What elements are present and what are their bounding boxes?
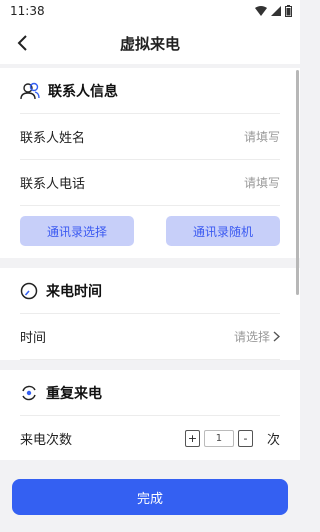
page-title: 虚拟来电 xyxy=(119,34,180,53)
back-button[interactable] xyxy=(10,30,36,56)
contact-section-title: 联系人信息 xyxy=(48,83,118,100)
contact-phone-label: 联系人电话 xyxy=(20,177,86,192)
time-section: 来电时间 时间 请选择 xyxy=(0,268,300,360)
clock-icon xyxy=(20,282,38,299)
signal-icon xyxy=(271,6,281,16)
done-button[interactable]: 完成 xyxy=(12,479,288,515)
time-select[interactable]: 请选择 xyxy=(234,328,280,345)
contacts-button-row: 通讯录选择 通讯录随机 xyxy=(20,206,280,258)
status-bar: 11:38 xyxy=(0,0,300,22)
contact-name-input[interactable]: 请填写 xyxy=(244,128,280,145)
time-select-value: 请选择 xyxy=(233,330,270,344)
wifi-icon xyxy=(255,6,267,16)
status-icons xyxy=(255,5,292,17)
call-count-row: 来电次数 + 1 - 次 xyxy=(20,416,280,462)
call-count-label: 来电次数 xyxy=(20,433,73,448)
time-row[interactable]: 时间 请选择 xyxy=(20,314,280,360)
call-count-stepper: + 1 - 次 xyxy=(184,429,280,448)
contacts-pick-button[interactable]: 通讯录选择 xyxy=(20,216,134,246)
call-count-unit: 次 xyxy=(266,433,280,448)
contact-name-row[interactable]: 联系人姓名 请填写 xyxy=(20,114,280,160)
contact-phone-row[interactable]: 联系人电话 请填写 xyxy=(20,160,280,206)
scrollbar[interactable] xyxy=(296,70,299,295)
contact-section: 联系人信息 联系人姓名 请填写 联系人电话 请填写 通讯录选择 通讯录随机 xyxy=(0,68,300,258)
chevron-left-icon xyxy=(17,35,27,51)
time-label: 时间 xyxy=(20,331,47,346)
chevron-right-icon xyxy=(273,331,280,342)
nav-bar: 虚拟来电 xyxy=(0,22,300,64)
call-count-input[interactable]: 1 xyxy=(203,430,234,447)
contacts-random-button[interactable]: 通讯录随机 xyxy=(166,216,280,246)
repeat-section-header: 重复来电 xyxy=(20,370,280,416)
time-section-header: 来电时间 xyxy=(20,268,280,314)
contact-section-header: 联系人信息 xyxy=(20,68,280,114)
increment-button[interactable]: + xyxy=(184,430,200,447)
repeat-section-title: 重复来电 xyxy=(46,385,102,402)
contacts-icon xyxy=(20,82,40,99)
contact-phone-input[interactable]: 请填写 xyxy=(244,174,280,191)
status-time: 11:38 xyxy=(10,4,45,18)
decrement-button[interactable]: - xyxy=(237,430,253,447)
battery-icon xyxy=(285,5,292,17)
repeat-icon xyxy=(22,385,36,400)
contact-name-label: 联系人姓名 xyxy=(20,131,86,146)
time-section-title: 来电时间 xyxy=(46,283,102,300)
